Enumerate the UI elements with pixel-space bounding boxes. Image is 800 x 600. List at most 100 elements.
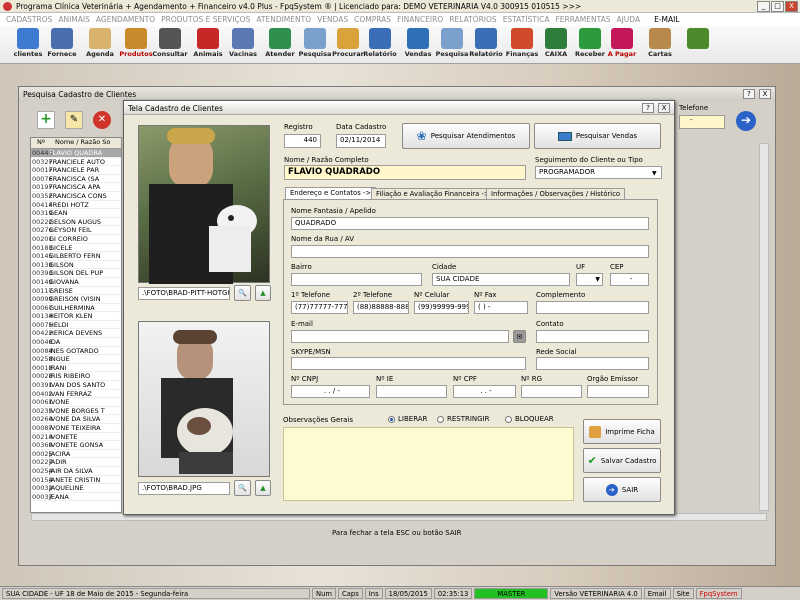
menu-compras[interactable]: COMPRAS — [354, 15, 391, 24]
table-row[interactable]: 00254 JAIR DA SILVA — [31, 467, 121, 476]
help-button[interactable]: ? — [743, 89, 755, 99]
email-send-icon[interactable]: ✉ — [513, 330, 526, 343]
menu-ferramentas[interactable]: FERRAMENTAS — [555, 15, 610, 24]
menu-vendas[interactable]: VENDAS — [317, 15, 348, 24]
ie-field[interactable] — [376, 385, 447, 398]
radio-liberar[interactable]: LIBERAR — [388, 415, 427, 423]
fax-field[interactable]: ( ) - — [474, 301, 528, 314]
toolbar-button-10[interactable]: Relatório — [360, 28, 400, 62]
status-site[interactable]: Site — [672, 588, 694, 599]
print-button[interactable]: Imprime Ficha — [583, 419, 661, 444]
obs-textarea[interactable] — [283, 427, 574, 501]
photo-2-upload-icon[interactable]: ▲ — [255, 480, 271, 496]
photo-1-upload-icon[interactable]: ▲ — [255, 285, 271, 301]
table-row[interactable]: 00099 GREISON (VISIN — [31, 295, 121, 304]
cidade-field[interactable]: SUA CIDADE — [432, 273, 570, 286]
toolbar-button-1[interactable]: Fornece — [42, 28, 82, 62]
radio-liberar-dot[interactable] — [388, 415, 395, 423]
close-button[interactable]: X — [785, 0, 798, 12]
cep-field[interactable]: - — [610, 273, 649, 286]
data-cadastro-field[interactable]: 02/11/2014 — [336, 134, 386, 148]
table-row[interactable]: 00352 FRANCISCA CONS — [31, 192, 121, 201]
scrollbar-vertical[interactable] — [759, 143, 769, 511]
menu-cadastros[interactable]: CADASTROS — [6, 15, 52, 24]
tel2-field[interactable]: (88)88888-8888 — [353, 301, 409, 314]
menu-produtos[interactable]: PRODUTOS E SERVIÇOS — [161, 15, 250, 24]
contato-field[interactable] — [536, 330, 649, 343]
table-row[interactable]: 00368 IVONETE GONSA — [31, 441, 121, 450]
radio-bloquear-dot[interactable] — [505, 415, 512, 423]
table-row[interactable]: 00201 GI CORREIO — [31, 235, 121, 244]
table-row[interactable]: 00197 FRANCISCA APA — [31, 183, 121, 192]
segmento-select[interactable]: PROGRAMADOR — [535, 166, 662, 179]
toolbar-button-5[interactable]: Animais — [188, 28, 228, 62]
nome-field[interactable]: FLAVIO QUADRADO — [284, 165, 526, 180]
menu-relatorios[interactable]: RELATÓRIOS — [449, 15, 496, 24]
table-row[interactable]: 00402 IVAN FERRAZ — [31, 390, 121, 399]
uf-select[interactable]: ▼ — [576, 273, 603, 286]
photo-2-search-icon[interactable]: 🔍 — [234, 480, 251, 496]
table-row[interactable]: 00214 IVONETE — [31, 433, 121, 442]
menu-financeiro[interactable]: FINANCEIRO — [397, 15, 443, 24]
table-row[interactable]: 00422 HERICA DEVENS — [31, 329, 121, 339]
cnpj-field[interactable]: . . / - — [291, 385, 370, 398]
maximize-button[interactable]: □ — [771, 0, 784, 12]
table-row[interactable]: 00067 GUILHERMINA — [31, 304, 121, 313]
table-row[interactable]: 00440 FLAVIO QUADRA — [31, 149, 121, 158]
rg-field[interactable] — [521, 385, 582, 398]
menu-animais[interactable]: ANIMAIS — [58, 15, 90, 24]
table-row[interactable]: 00076 FRANCISCA (SA — [31, 175, 121, 184]
table-row[interactable]: 00028 IRIS RIBEIRO — [31, 372, 121, 382]
dialog-help-button[interactable]: ? — [642, 103, 654, 113]
minimize-button[interactable]: _ — [757, 0, 770, 12]
table-row[interactable]: 00017 FRANCIELE PAR — [31, 166, 121, 175]
toolbar-button-13[interactable]: Relatório — [466, 28, 506, 62]
table-row[interactable]: 00075 HELDI — [31, 321, 121, 330]
search-go-icon[interactable]: ➔ — [736, 111, 756, 131]
table-row[interactable]: 00276 GEYSON FEIL — [31, 226, 121, 235]
status-email[interactable]: Email — [643, 588, 671, 599]
close-search-window-button[interactable]: X — [759, 89, 771, 99]
registro-field[interactable]: 440 — [284, 134, 321, 148]
exit-button[interactable]: ➔ SAIR — [583, 477, 661, 502]
table-row[interactable]: 00258 INGUE — [31, 355, 121, 364]
table-row[interactable]: 00084 INES GOTARDO — [31, 347, 121, 356]
toolbar-button-4[interactable]: Consultar — [150, 28, 190, 62]
dialog-close-button[interactable]: X — [658, 103, 670, 113]
table-row[interactable]: 00087 IVONE TEIXEIRA — [31, 424, 121, 433]
table-row[interactable]: 00117 GREISE — [31, 287, 121, 296]
table-row[interactable]: 00264 IVONE DA SILVA — [31, 415, 121, 424]
skype-field[interactable] — [291, 357, 526, 370]
table-row[interactable]: 00227 JADIR — [31, 458, 121, 467]
menu-estatistica[interactable]: ESTATÍSTICA — [503, 15, 550, 24]
radio-bloquear[interactable]: BLOQUEAR — [505, 415, 554, 423]
edit-icon[interactable]: ✎ — [65, 111, 83, 129]
segmento-dropdown-icon[interactable]: ▼ — [652, 170, 657, 177]
table-row[interactable]: 00393 GILSON DEL PUP — [31, 269, 121, 278]
radio-restringir-dot[interactable] — [437, 415, 444, 423]
rede-social-field[interactable] — [536, 357, 649, 370]
table-row[interactable]: 00134 HEITOR KLEN — [31, 312, 121, 321]
tel1-field[interactable]: (77)77777-7777 — [291, 301, 348, 314]
table-row[interactable]: 00032 JAQUELINE — [31, 484, 121, 493]
toolbar-button-19[interactable] — [678, 28, 718, 62]
table-row[interactable]: 00319 GEAN — [31, 209, 121, 218]
toolbar-button-17[interactable]: A Pagar — [602, 28, 642, 62]
table-row[interactable]: 00222 GELSON AUGUS — [31, 218, 121, 227]
table-row[interactable]: 00154 JANETE CRISTIN — [31, 476, 121, 485]
bairro-field[interactable] — [291, 273, 422, 286]
toolbar-button-2[interactable]: Agenda — [80, 28, 120, 62]
radio-restringir[interactable]: RESTRINGIR — [437, 415, 490, 423]
table-row[interactable]: 00046 IDA — [31, 338, 121, 347]
toolbar-button-7[interactable]: Atender — [260, 28, 300, 62]
menu-agendamento[interactable]: AGENDAMENTO — [96, 15, 155, 24]
table-row[interactable]: 00061 IVONE — [31, 398, 121, 407]
complemento-field[interactable] — [536, 301, 649, 314]
toolbar-button-18[interactable]: Cartas — [640, 28, 680, 62]
photo-1-search-icon[interactable]: 🔍 — [234, 285, 251, 301]
menu-ajuda[interactable]: AJUDA — [616, 15, 640, 24]
table-row[interactable]: 00327 FRANCIELE AUTO — [31, 158, 121, 167]
table-row[interactable]: 00145 GILBERTO FERN — [31, 252, 121, 261]
table-row[interactable]: 00235 IVONE BORGES T — [31, 407, 121, 416]
celular-field[interactable]: (99)99999-9999 — [414, 301, 469, 314]
